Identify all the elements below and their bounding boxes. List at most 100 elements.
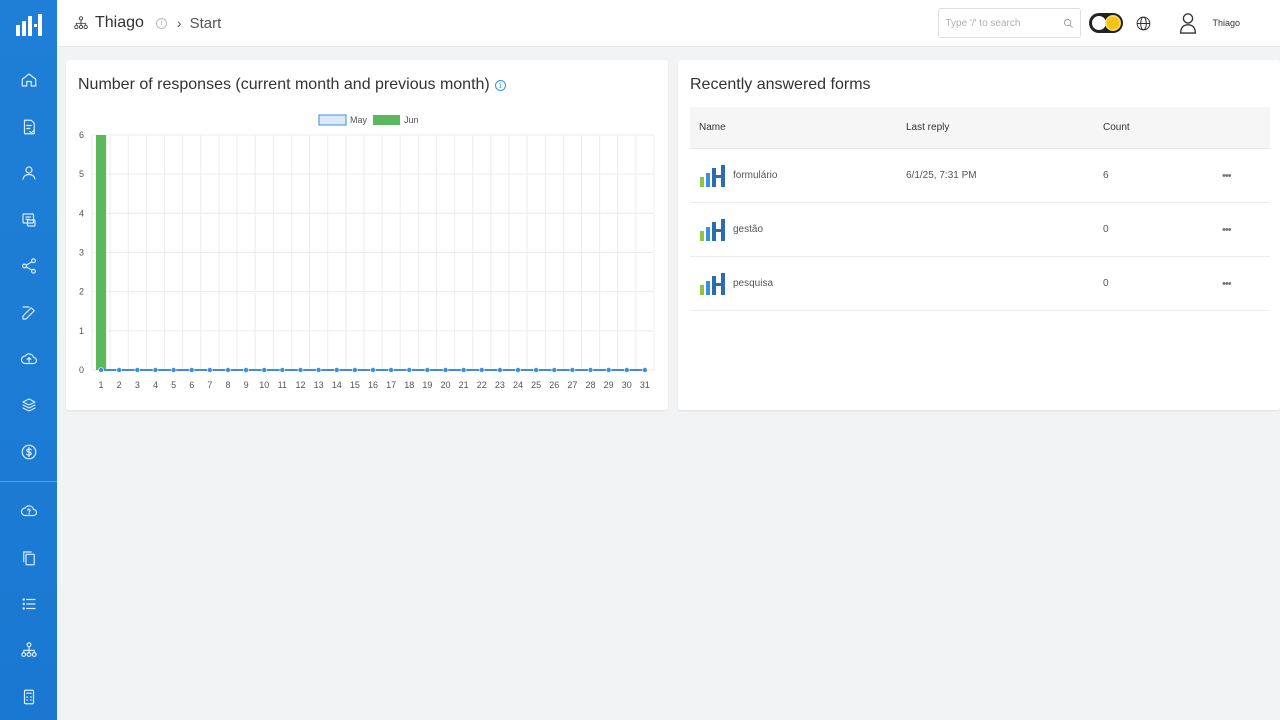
x-tick-label: 29 — [604, 380, 614, 390]
data-point — [116, 367, 122, 373]
nav-hierarchy[interactable] — [0, 627, 57, 673]
calculator-icon — [23, 689, 34, 705]
organization-icon[interactable] — [73, 15, 89, 31]
x-tick-label: 17 — [386, 380, 396, 390]
user-icon — [1180, 13, 1197, 34]
x-tick-label: 11 — [278, 380, 287, 390]
data-point — [352, 367, 358, 373]
nav-list[interactable] — [0, 581, 57, 627]
recent-forms-table: Name Last reply Count formulário 6/1/25,… — [690, 107, 1270, 311]
info-icon[interactable]: i — [155, 17, 167, 29]
x-tick-label: 8 — [225, 380, 230, 390]
last-reply: 6/1/25, 7:31 PM — [906, 170, 977, 181]
help-icon — [20, 505, 37, 517]
response-count: 0 — [1103, 224, 1109, 235]
nav-share[interactable] — [0, 243, 57, 289]
nav-upload[interactable] — [0, 336, 57, 382]
billing-icon — [21, 444, 36, 460]
table-header: Name Last reply Count — [690, 107, 1270, 149]
data-point — [624, 367, 630, 373]
data-point — [333, 367, 340, 373]
x-tick-label: 20 — [441, 380, 451, 390]
data-point — [188, 367, 195, 373]
data-point — [152, 367, 159, 373]
form-logo-icon — [700, 218, 725, 241]
globe-icon — [1137, 16, 1151, 30]
x-tick-label: 26 — [549, 380, 559, 390]
search-box[interactable] — [938, 8, 1082, 38]
column-header-count[interactable]: Count — [1103, 122, 1222, 133]
data-point — [261, 367, 268, 373]
data-point — [605, 367, 612, 373]
share-icon — [21, 258, 36, 274]
sidebar-divider — [0, 480, 57, 482]
table-row[interactable]: gestão 0 ••• — [690, 203, 1270, 257]
more-options-button[interactable]: ••• — [1222, 224, 1270, 236]
response-count: 0 — [1103, 278, 1109, 289]
data-point — [243, 367, 249, 373]
inbox-icon — [21, 213, 36, 227]
legend-label: Jun — [404, 115, 419, 125]
y-tick-label: 5 — [79, 169, 84, 179]
data-point — [478, 367, 485, 373]
x-tick-label: 23 — [495, 380, 505, 390]
nav-edit[interactable] — [0, 289, 57, 335]
data-point — [497, 367, 503, 373]
theme-toggle[interactable] — [1089, 13, 1124, 33]
nav-users[interactable] — [0, 150, 57, 196]
table-row[interactable]: formulário 6/1/25, 7:31 PM 6 ••• — [690, 149, 1270, 203]
nav-calculator[interactable] — [0, 674, 57, 720]
more-options-button[interactable]: ••• — [1222, 278, 1270, 290]
more-options-button[interactable]: ••• — [1222, 170, 1270, 182]
recent-forms-card: Recently answered forms Name Last reply … — [678, 60, 1280, 410]
form-name[interactable]: formulário — [733, 170, 777, 181]
x-tick-label: 9 — [244, 380, 249, 390]
copy-icon — [22, 550, 35, 565]
data-point — [569, 367, 576, 373]
username[interactable]: Thiago — [1212, 18, 1240, 28]
x-tick-label: 27 — [567, 380, 577, 390]
legend-swatch — [373, 115, 400, 125]
search-input[interactable] — [945, 17, 1064, 29]
x-tick-label: 7 — [207, 380, 212, 390]
form-name[interactable]: gestão — [733, 224, 763, 235]
layers-icon — [21, 398, 36, 412]
language-button[interactable] — [1135, 15, 1152, 32]
column-header-name[interactable]: Name — [690, 122, 906, 133]
responses-chart-card: Number of responses (current month and p… — [66, 60, 668, 410]
data-point — [551, 367, 558, 373]
y-tick-label: 2 — [79, 287, 84, 297]
form-name[interactable]: pesquisa — [733, 278, 773, 289]
data-point — [642, 367, 648, 373]
users-icon — [21, 166, 36, 180]
nav-copy[interactable] — [0, 534, 57, 580]
nav-layers[interactable] — [0, 382, 57, 428]
x-tick-label: 28 — [586, 380, 596, 390]
data-point — [170, 367, 177, 373]
column-header-last-reply[interactable]: Last reply — [906, 122, 1103, 133]
nav-forms[interactable] — [0, 104, 57, 150]
data-point — [279, 367, 286, 373]
x-tick-label: 15 — [350, 380, 360, 390]
y-tick-label: 0 — [79, 365, 84, 375]
data-point — [406, 367, 413, 373]
user-menu[interactable] — [1178, 12, 1198, 34]
form-logo-icon — [700, 272, 725, 295]
table-row[interactable]: pesquisa 0 ••• — [690, 257, 1270, 311]
nav-billing[interactable] — [0, 429, 57, 475]
y-tick-label: 1 — [79, 326, 84, 336]
data-point — [98, 367, 104, 373]
breadcrumb[interactable]: Start — [190, 15, 222, 32]
nav-inbox[interactable] — [0, 197, 57, 243]
nav-home[interactable] — [0, 57, 57, 103]
forms-icon — [23, 119, 35, 135]
home-icon — [21, 73, 36, 88]
responses-chart: 01234561 2 3 4 5 6 7 8 9 10 11 12 13 14 15 16 17 18 19 20 21… — [79, 114, 655, 390]
x-tick-label: 3 — [135, 380, 140, 390]
data-point — [297, 367, 304, 373]
app-logo[interactable] — [0, 0, 57, 49]
organization-name[interactable]: Thiago — [95, 14, 144, 32]
nav-help[interactable] — [0, 488, 57, 534]
x-tick-label: 21 — [459, 380, 469, 390]
x-tick-label: 14 — [332, 380, 342, 390]
